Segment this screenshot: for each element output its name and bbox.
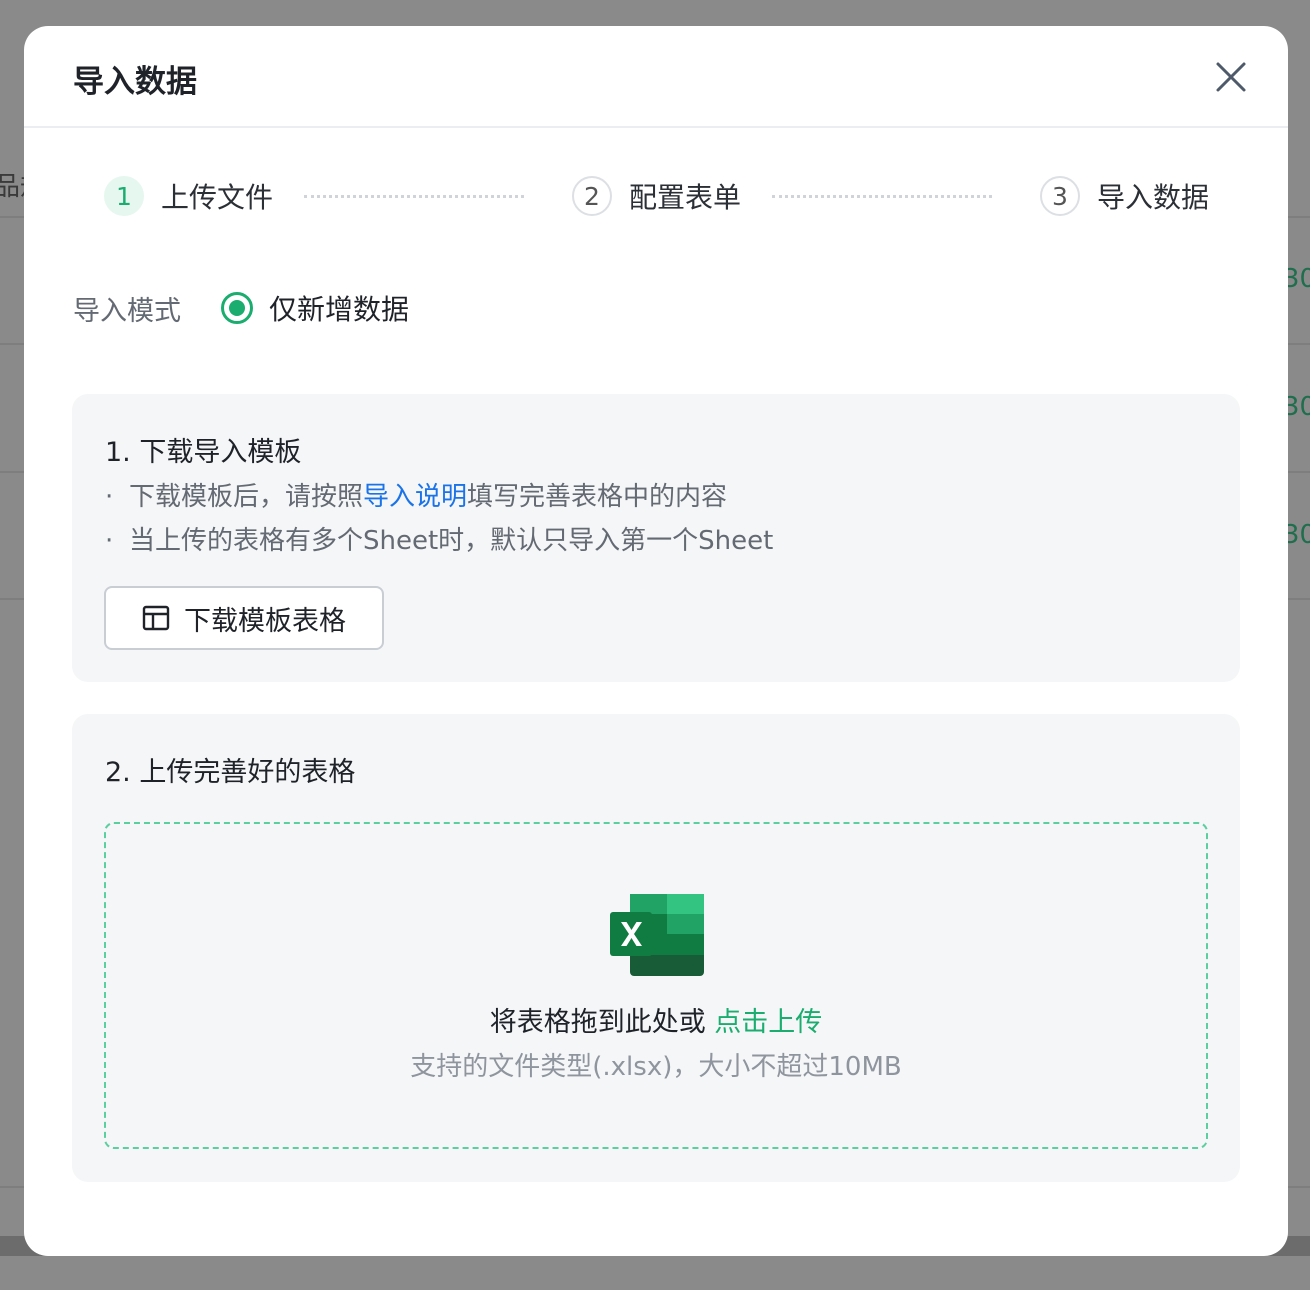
- excel-file-icon: [610, 894, 704, 976]
- section-heading: 1. 下载导入模板: [105, 437, 302, 468]
- steps-indicator: 1 上传文件 2 配置表单 3 导入数据: [24, 176, 1288, 220]
- import-mode-row: 导入模式 仅新增数据: [73, 288, 409, 328]
- step-label: 配置表单: [629, 181, 742, 214]
- step-number: 3: [1040, 176, 1080, 216]
- click-upload-link[interactable]: 点击上传: [714, 1007, 822, 1038]
- upload-panel: 2. 上传完善好的表格 将表格拖到此处或 点击上传 支持的文件类型(.xlsx)…: [72, 714, 1240, 1182]
- close-icon: [1216, 62, 1246, 92]
- step-number: 2: [572, 176, 612, 216]
- download-button-label: 下载模板表格: [184, 605, 346, 637]
- modal-header: 导入数据: [24, 26, 1288, 128]
- instruction-bullet: · 下载模板后，请按照导入说明填写完善表格中的内容: [105, 476, 727, 513]
- radio-add-only[interactable]: [221, 292, 253, 324]
- step-label: 上传文件: [161, 181, 274, 214]
- table-icon: [142, 605, 170, 631]
- download-template-button[interactable]: 下载模板表格: [104, 586, 384, 650]
- instruction-bullet: · 当上传的表格有多个Sheet时，默认只导入第一个Sheet: [105, 520, 773, 557]
- step-connector: [772, 195, 992, 198]
- step-connector: [304, 195, 524, 198]
- section-heading: 2. 上传完善好的表格: [105, 757, 356, 788]
- drop-text: 将表格拖到此处或: [489, 1007, 706, 1038]
- drop-instruction: 将表格拖到此处或 点击上传: [106, 1000, 1206, 1039]
- step-import-data: 3 导入数据: [1040, 176, 1209, 216]
- bullet-text: 下载模板后，请按照: [129, 482, 364, 512]
- close-button[interactable]: [1214, 60, 1248, 94]
- import-guide-link[interactable]: 导入说明: [363, 482, 467, 512]
- radio-selected-dot: [229, 300, 245, 316]
- download-template-panel: 1. 下载导入模板 · 下载模板后，请按照导入说明填写完善表格中的内容 · 当上传的…: [72, 394, 1240, 682]
- file-dropzone[interactable]: 将表格拖到此处或 点击上传 支持的文件类型(.xlsx)，大小不超过10MB: [104, 822, 1208, 1149]
- bullet-dot: ·: [105, 526, 114, 556]
- bullet-dot: ·: [105, 482, 114, 512]
- step-upload-file: 1 上传文件: [104, 176, 273, 216]
- import-mode-label: 导入模式: [73, 295, 181, 327]
- step-configure-form: 2 配置表单: [572, 176, 741, 216]
- modal-title: 导入数据: [73, 64, 197, 100]
- import-data-modal: 导入数据 1 上传文件 2 配置表单 3 导入数据 导入模式 仅新增数据 1. …: [24, 26, 1288, 1256]
- bullet-text: 填写完善表格中的内容: [467, 482, 728, 512]
- radio-option-label[interactable]: 仅新增数据: [269, 288, 409, 328]
- file-type-hint: 支持的文件类型(.xlsx)，大小不超过10MB: [410, 1052, 902, 1082]
- step-label: 导入数据: [1097, 181, 1210, 214]
- bg-text-fragment: ): [0, 520, 2, 550]
- step-number: 1: [104, 176, 144, 216]
- bullet-text: 当上传的表格有多个Sheet时，默认只导入第一个Sheet: [129, 526, 774, 556]
